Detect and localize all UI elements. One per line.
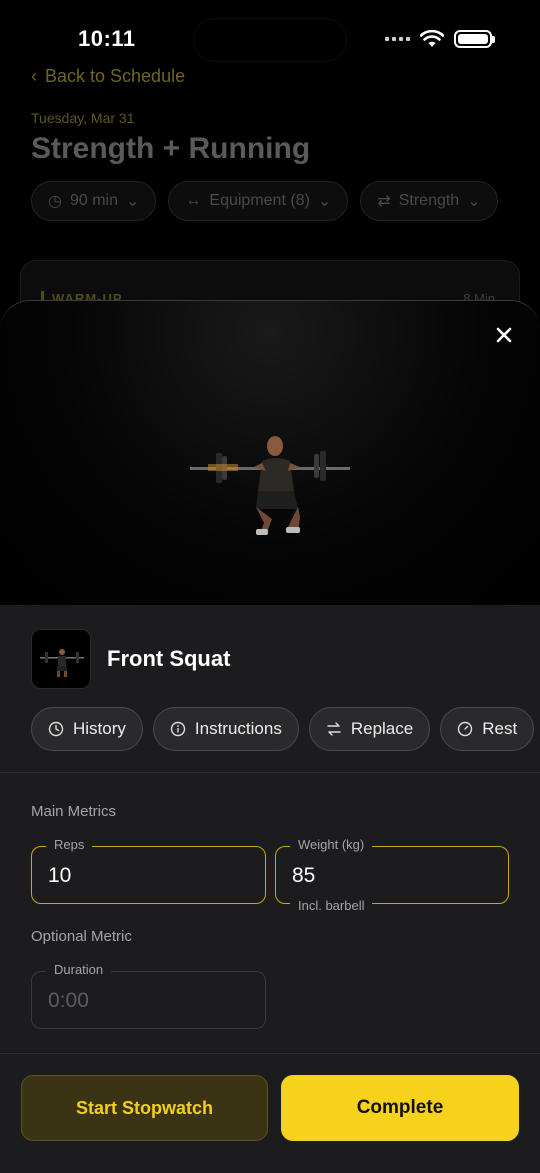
main-metrics-label: Main Metrics	[31, 803, 117, 820]
weight-field[interactable]: Weight (kg) Incl. barbell	[275, 837, 509, 913]
start-stopwatch-button[interactable]: Start Stopwatch	[21, 1075, 268, 1141]
cellular-signal-icon	[385, 37, 410, 41]
front-squat-thumbnail-image	[32, 630, 90, 688]
history-label: History	[73, 719, 126, 738]
chevron-down-icon: ⌄	[126, 193, 140, 210]
instructions-label: Instructions	[194, 719, 282, 738]
duration-input[interactable]	[48, 989, 235, 1013]
swap-icon: ⇄	[377, 193, 391, 210]
status-bar: 10:11	[0, 0, 540, 80]
history-button[interactable]: History	[31, 707, 143, 751]
chevron-down-icon: ⌄	[317, 193, 332, 210]
dumbbell-icon: ↔	[185, 192, 202, 209]
timer-icon	[458, 721, 473, 737]
reps-label: Reps	[46, 837, 93, 852]
status-icons	[385, 30, 495, 48]
swap-icon	[327, 722, 341, 736]
type-chip-label: Strength	[398, 192, 460, 209]
status-time: 10:11	[78, 26, 136, 51]
reps-field[interactable]: Reps	[31, 837, 266, 904]
rest-button[interactable]: Rest	[440, 707, 535, 751]
close-button[interactable]	[490, 321, 518, 349]
exercise-detail-sheet: Front Squat History Instructions Replace…	[0, 300, 540, 1173]
rest-label: Rest	[482, 719, 518, 738]
equipment-chip[interactable]: ↔ Equipment (8) ⌄	[168, 181, 349, 221]
type-chip[interactable]: ⇄ Strength ⌄	[360, 181, 498, 221]
weight-label: Weight (kg)	[290, 837, 373, 852]
workout-date: Tuesday, Mar 31	[31, 110, 135, 126]
exercise-name: Front Squat	[107, 646, 231, 671]
replace-button[interactable]: Replace	[308, 707, 431, 751]
optional-metric-label: Optional Metric	[31, 928, 132, 945]
duration-chip[interactable]: ◷ 90 min ⌄	[31, 181, 157, 221]
front-squat-illustration	[190, 436, 350, 535]
duration-field[interactable]: Duration	[31, 962, 266, 1029]
bottom-action-bar: Start Stopwatch Complete	[0, 1053, 540, 1173]
exercise-header: Front Squat	[31, 629, 230, 689]
close-icon	[496, 327, 512, 343]
dynamic-island	[193, 18, 347, 62]
battery-icon	[454, 30, 495, 48]
duration-chip-label: 90 min	[69, 192, 118, 209]
exercise-thumbnail	[31, 629, 91, 689]
workout-title: Strength + Running	[31, 132, 311, 165]
duration-label: Duration	[46, 962, 112, 977]
weight-hint: Incl. barbell	[290, 898, 373, 913]
wifi-icon	[420, 30, 444, 47]
complete-button[interactable]: Complete	[281, 1075, 519, 1141]
weight-input[interactable]	[292, 864, 478, 888]
clock-icon	[48, 721, 64, 737]
reps-input[interactable]	[48, 864, 235, 888]
exercise-video[interactable]	[0, 301, 540, 605]
workout-chips: ◷ 90 min ⌄ ↔ Equipment (8) ⌄ ⇄ Strength …	[31, 181, 498, 221]
info-icon	[170, 721, 186, 737]
equipment-chip-label: Equipment (8)	[209, 192, 310, 209]
replace-label: Replace	[350, 719, 414, 738]
clock-icon: ◷	[48, 193, 62, 210]
exercise-action-chips: History Instructions Replace Rest	[31, 707, 535, 751]
section-divider	[0, 772, 540, 773]
chevron-down-icon: ⌄	[467, 193, 481, 210]
instructions-button[interactable]: Instructions	[152, 707, 299, 751]
